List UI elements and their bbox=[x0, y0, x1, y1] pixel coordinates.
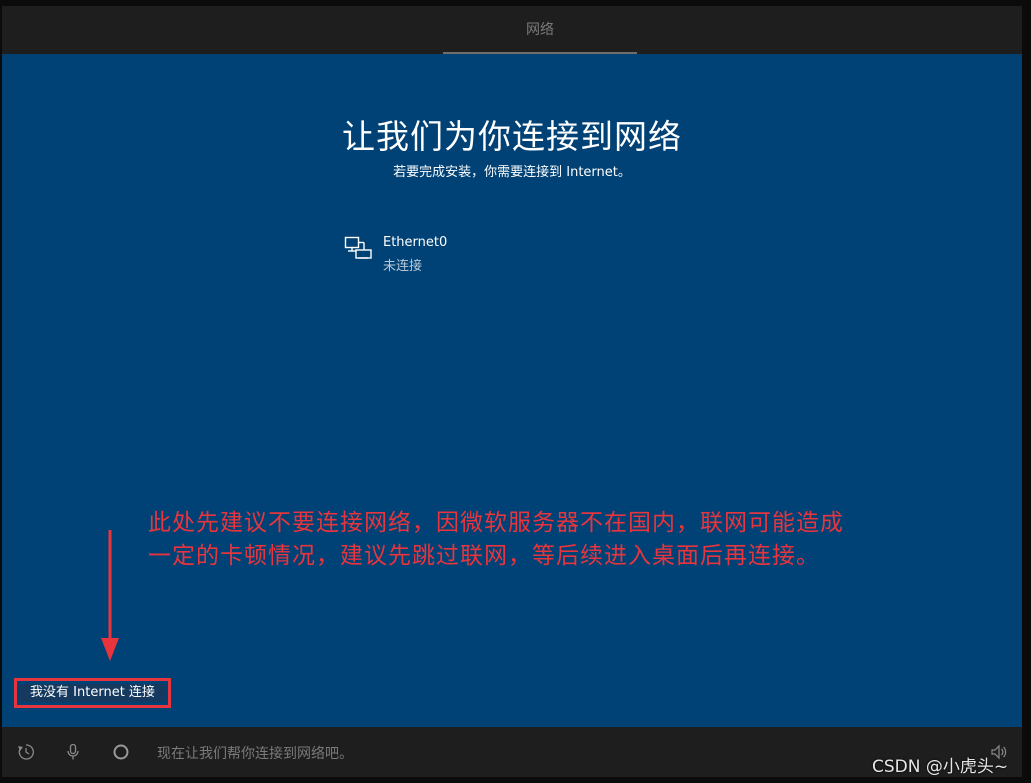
ethernet-icon bbox=[344, 236, 372, 259]
arrow-down-icon bbox=[101, 530, 119, 661]
annotation-line-1: 此处先建议不要连接网络，因微软服务器不在国内，联网可能造成 bbox=[148, 510, 844, 536]
top-bar: 网络 bbox=[2, 6, 1022, 54]
network-status: 未连接 bbox=[383, 259, 423, 274]
network-item-ethernet0[interactable]: Ethernet0 未连接 bbox=[342, 232, 542, 276]
bottom-bar: 现在让我们帮你连接到网络吧。 bbox=[2, 727, 1022, 777]
page-subtitle: 若要完成安装，你需要连接到 Internet。 bbox=[393, 165, 631, 180]
cortana-icon[interactable] bbox=[112, 743, 130, 761]
microphone-icon[interactable] bbox=[64, 743, 82, 761]
tab-network[interactable]: 网络 bbox=[443, 6, 637, 54]
oobe-window: 网络 让我们为你连接到网络 若要完成安装，你需要连接到 Internet。 Et… bbox=[0, 0, 1031, 783]
cortana-message: 现在让我们帮你连接到网络吧。 bbox=[157, 746, 353, 762]
no-internet-label: 我没有 Internet 连接 bbox=[20, 684, 165, 702]
watermark: CSDN @小虎头~ bbox=[872, 757, 1009, 777]
annotation-text: 此处先建议不要连接网络，因微软服务器不在国内，联网可能造成 一定的卡顿情况，建议… bbox=[148, 507, 1008, 573]
network-name: Ethernet0 bbox=[383, 235, 448, 250]
page-title: 让我们为你连接到网络 bbox=[342, 117, 682, 156]
accessibility-icon[interactable] bbox=[17, 743, 35, 761]
main-panel: 让我们为你连接到网络 若要完成安装，你需要连接到 Internet。 Ether… bbox=[2, 54, 1022, 727]
annotation-line-2: 一定的卡顿情况，建议先跳过联网，等后续进入桌面后再连接。 bbox=[148, 543, 820, 569]
no-internet-button[interactable]: 我没有 Internet 连接 bbox=[14, 678, 171, 708]
